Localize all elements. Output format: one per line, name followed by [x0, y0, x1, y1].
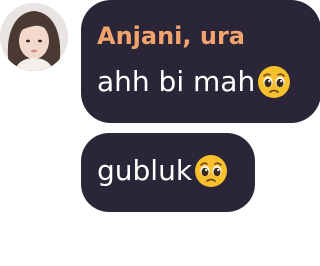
- pleading-face-emoji-icon: [194, 154, 228, 188]
- pleading-face-emoji-icon: [257, 65, 291, 99]
- message-text-content: ahh bi mah: [97, 65, 256, 98]
- chat-thread: Anjani, ura ahh bi mah gubluk: [0, 0, 320, 266]
- message-text: gubluk: [97, 154, 228, 188]
- message-bubble[interactable]: Anjani, ura ahh bi mah: [81, 0, 320, 123]
- avatar[interactable]: [0, 3, 68, 71]
- message-bubble[interactable]: gubluk: [81, 133, 255, 212]
- sender-name[interactable]: Anjani, ura: [97, 22, 245, 50]
- message-text: ahh bi mah: [97, 65, 291, 99]
- profile-photo-icon: [0, 3, 68, 71]
- message-text-content: gubluk: [97, 154, 193, 187]
